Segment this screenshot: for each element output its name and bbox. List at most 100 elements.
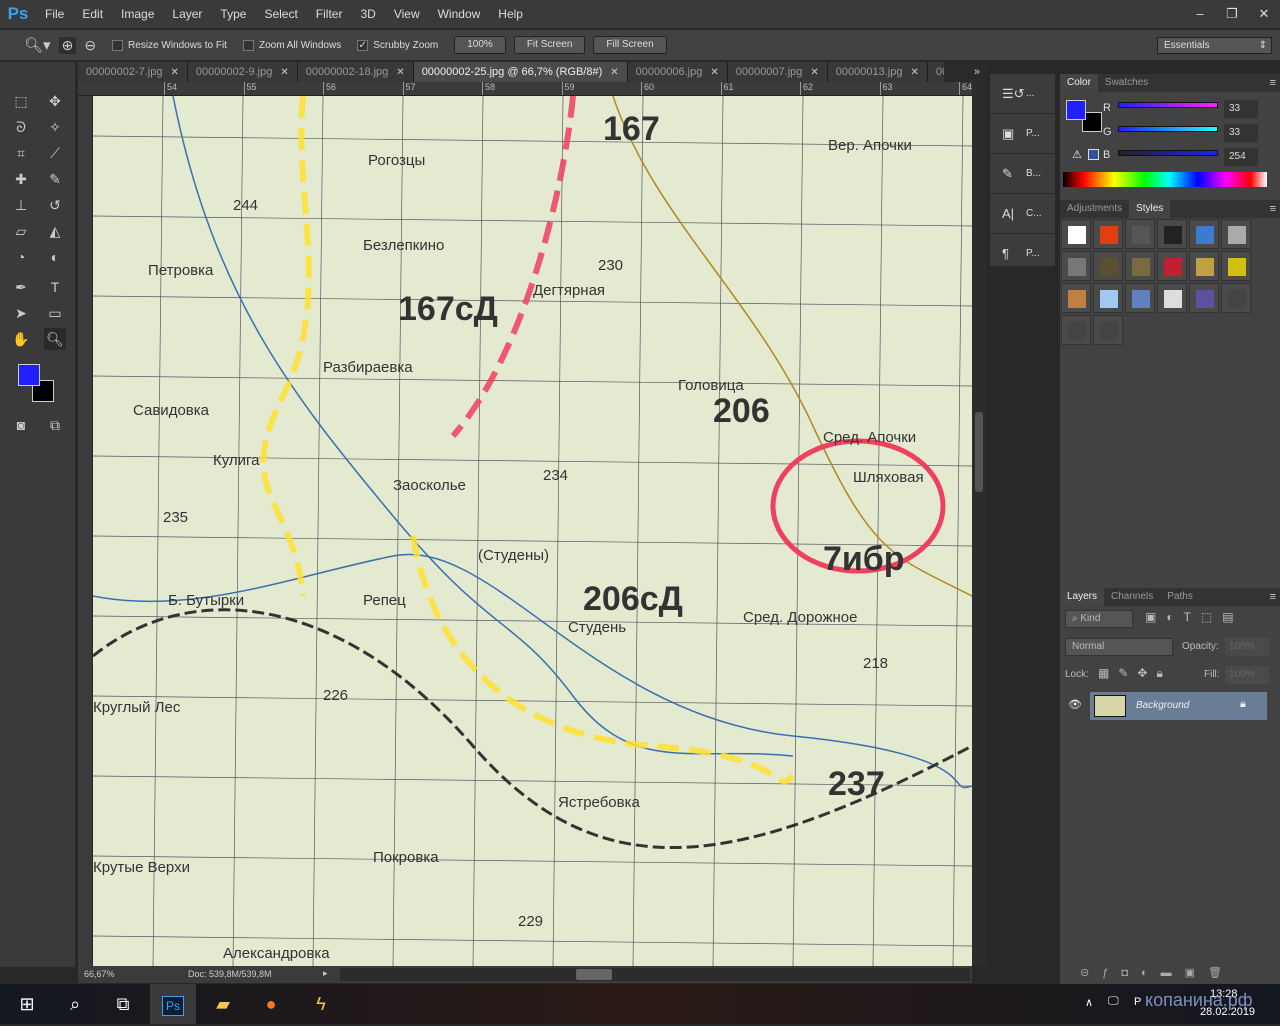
- vertical-scrollbar[interactable]: [972, 82, 986, 966]
- language-indicator[interactable]: Р: [1134, 996, 1141, 1008]
- magic-wand-tool-icon[interactable]: ✧: [44, 116, 66, 138]
- zoom-level[interactable]: 66,67%: [84, 969, 115, 979]
- fill-field[interactable]: 100%: [1225, 666, 1269, 684]
- menu-layer[interactable]: Layer: [163, 7, 211, 21]
- style-swatch[interactable]: [1189, 283, 1219, 313]
- close-tab-icon[interactable]: ✕: [910, 67, 918, 78]
- style-swatch[interactable]: [1125, 219, 1155, 249]
- panel-menu-icon[interactable]: ≡: [1270, 588, 1280, 606]
- foreground-color-swatch[interactable]: [1066, 100, 1086, 120]
- stamp-tool-icon[interactable]: ⊥: [10, 194, 32, 216]
- fill-screen-button[interactable]: Fill Screen: [593, 36, 667, 54]
- horizontal-scrollbar[interactable]: [340, 968, 970, 981]
- restore-button[interactable]: ❐: [1216, 5, 1248, 23]
- style-swatch[interactable]: [1221, 251, 1251, 281]
- style-swatch[interactable]: [1093, 283, 1123, 313]
- color-spectrum-ramp[interactable]: [1063, 172, 1267, 187]
- pen-tool-icon[interactable]: ✒: [10, 276, 32, 298]
- history-brush-tool-icon[interactable]: ↺: [44, 194, 66, 216]
- dock-item[interactable]: ¶ P...: [990, 234, 1055, 274]
- menu-image[interactable]: Image: [112, 7, 163, 21]
- style-swatch[interactable]: [1221, 283, 1251, 313]
- dock-item[interactable]: ▣ P...: [990, 114, 1055, 154]
- eraser-tool-icon[interactable]: ▱: [10, 220, 32, 242]
- zoom-all-windows-checkbox[interactable]: Zoom All Windows: [242, 39, 341, 51]
- gamut-warning-icon[interactable]: ⚠: [1072, 148, 1082, 161]
- resize-windows-checkbox[interactable]: Resize Windows to Fit: [112, 39, 227, 51]
- green-value[interactable]: 33: [1224, 124, 1258, 142]
- eyedropper-tool-icon[interactable]: ⟋: [44, 142, 66, 164]
- panel-tab-channels[interactable]: Channels: [1104, 588, 1160, 606]
- red-value[interactable]: 33: [1224, 100, 1258, 118]
- menu-window[interactable]: Window: [429, 7, 490, 21]
- move-tool-icon[interactable]: ✥: [44, 90, 66, 112]
- document-tab[interactable]: 00000007.jpg ✕: [727, 62, 828, 82]
- close-tab-icon[interactable]: ✕: [170, 67, 178, 78]
- more-tabs-button[interactable]: »: [944, 62, 986, 82]
- brush-tool-icon[interactable]: ✎: [44, 168, 66, 190]
- menu-type[interactable]: Type: [211, 7, 255, 21]
- zoom-tool-icon[interactable]: 🔍︎: [44, 328, 66, 350]
- close-tab-icon[interactable]: ✕: [710, 67, 718, 78]
- style-swatch[interactable]: [1125, 283, 1155, 313]
- minimize-button[interactable]: –: [1184, 5, 1216, 23]
- document-canvas[interactable]: 167 Вер. Апочки Рогозцы Безлепкино 244 Петров…: [93, 96, 972, 966]
- visibility-eye-icon[interactable]: 👁︎: [1068, 698, 1082, 711]
- menu-filter[interactable]: Filter: [307, 7, 352, 21]
- healing-tool-icon[interactable]: ✚: [10, 168, 32, 190]
- lock-icons[interactable]: ▦✎✥🔒︎: [1098, 666, 1172, 681]
- panel-tab-adjustments[interactable]: Adjustments: [1060, 200, 1129, 218]
- document-tab[interactable]: 00000002-7.jpg ✕: [78, 62, 188, 82]
- style-swatch[interactable]: [1061, 219, 1091, 249]
- crop-tool-icon[interactable]: ⌗: [10, 142, 32, 164]
- blue-value[interactable]: 254: [1224, 148, 1258, 166]
- close-tab-icon[interactable]: ✕: [810, 67, 818, 78]
- dodge-tool-icon[interactable]: ◐: [44, 246, 66, 268]
- menu-edit[interactable]: Edit: [73, 7, 112, 21]
- document-tab[interactable]: 00000002-18.jpg ✕: [297, 62, 414, 82]
- layers-footer-buttons[interactable]: ⊝ƒ◘◐▬▣🗑︎: [1060, 966, 1280, 984]
- foreground-color-swatch[interactable]: [18, 364, 40, 386]
- show-hidden-icons[interactable]: ∧: [1085, 996, 1093, 1009]
- firefox-icon[interactable]: ●: [248, 984, 294, 1024]
- zoom-in-icon[interactable]: ⊕: [58, 36, 77, 54]
- close-tab-icon[interactable]: ✕: [610, 67, 618, 78]
- workspace-select[interactable]: Essentials ⇕: [1157, 37, 1272, 54]
- filter-kind-select[interactable]: ⌕ Kind: [1065, 610, 1133, 628]
- dock-item[interactable]: ✎ B...: [990, 154, 1055, 194]
- style-swatch[interactable]: [1061, 315, 1091, 345]
- menu-select[interactable]: Select: [255, 7, 306, 21]
- actual-pixels-button[interactable]: 100%: [454, 36, 506, 54]
- close-tab-icon[interactable]: ✕: [396, 67, 404, 78]
- file-explorer-icon[interactable]: ▰: [200, 984, 246, 1024]
- style-swatch[interactable]: [1221, 219, 1251, 249]
- close-button[interactable]: ✕: [1248, 5, 1280, 23]
- zoom-tool-preset-icon[interactable]: 🔍︎▾: [24, 36, 51, 54]
- green-slider[interactable]: [1118, 126, 1218, 132]
- fit-screen-button[interactable]: Fit Screen: [513, 36, 586, 54]
- document-tab[interactable]: 00000002-25.jpg @ 66,7% (RGB/8#) ✕: [413, 62, 628, 82]
- style-swatch[interactable]: [1157, 219, 1187, 249]
- blur-tool-icon[interactable]: ◔: [10, 246, 32, 268]
- layer-filter-icons[interactable]: ▣◐T⬚▤: [1145, 610, 1244, 624]
- gamut-color-swatch[interactable]: [1088, 149, 1099, 160]
- panel-tab-swatches[interactable]: Swatches: [1098, 74, 1155, 92]
- opacity-field[interactable]: 100%: [1225, 638, 1269, 656]
- style-swatch[interactable]: [1189, 251, 1219, 281]
- menu-view[interactable]: View: [385, 7, 429, 21]
- layer-row-background[interactable]: 👁︎ Background 🔒︎: [1060, 692, 1267, 720]
- zoom-out-icon[interactable]: ⊖: [84, 37, 96, 54]
- paint-bucket-tool-icon[interactable]: ◭: [44, 220, 66, 242]
- panel-tab-layers[interactable]: Layers: [1060, 588, 1105, 606]
- panel-menu-icon[interactable]: ≡: [1270, 200, 1280, 218]
- panel-tab-paths[interactable]: Paths: [1160, 588, 1200, 606]
- path-select-tool-icon[interactable]: ➤: [10, 302, 32, 324]
- close-tab-icon[interactable]: ✕: [280, 67, 288, 78]
- panel-tab-styles[interactable]: Styles: [1129, 200, 1171, 218]
- menu-3d[interactable]: 3D: [351, 7, 384, 21]
- menu-file[interactable]: File: [36, 7, 73, 21]
- style-swatch[interactable]: [1189, 219, 1219, 249]
- scroll-thumb[interactable]: [975, 412, 983, 492]
- photoshop-taskbar-icon[interactable]: Ps: [150, 984, 196, 1024]
- scrubby-zoom-checkbox[interactable]: ✓ Scrubby Zoom: [357, 39, 438, 51]
